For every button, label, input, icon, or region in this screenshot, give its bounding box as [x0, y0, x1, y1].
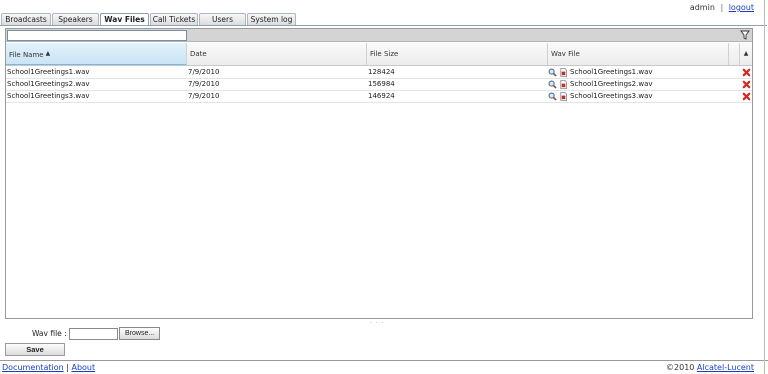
wav-file-link[interactable]: School1Greetings1.wav [570, 67, 653, 78]
column-header-file-size[interactable]: File Size [367, 43, 548, 65]
tab-bar: Broadcasts Speakers Wav Files Call Ticke… [1, 13, 297, 26]
delete-icon[interactable] [742, 80, 751, 89]
wav-files-grid: File Name ▲ Date File Size Wav File ▲ Sch… [5, 28, 753, 319]
company-link[interactable]: Alcatel-Lucent [697, 363, 754, 372]
footer-separator: | [66, 363, 69, 372]
delete-action [740, 91, 752, 102]
tab-broadcasts[interactable]: Broadcasts [1, 13, 51, 25]
upload-form: Wav file : Browse... [32, 327, 161, 340]
logout-link[interactable]: logout [729, 3, 754, 12]
browse-button[interactable]: Browse... [119, 327, 161, 340]
window-edge [764, 0, 765, 374]
tab-system-log[interactable]: System log [247, 13, 296, 25]
tab-speakers[interactable]: Speakers [52, 13, 99, 25]
table-row[interactable]: School1Greetings2.wav 7/9/2010 156984 Sc… [6, 79, 752, 91]
delete-cell [729, 79, 740, 90]
save-button[interactable]: Save [5, 343, 65, 356]
date-cell: 7/9/2010 [188, 92, 220, 100]
username: admin [689, 3, 715, 12]
copyright-year: ©2010 [666, 363, 695, 372]
table-row[interactable]: School1Greetings1.wav 7/9/2010 128424 Sc… [6, 67, 752, 79]
filter-bar [6, 29, 752, 42]
delete-action [740, 79, 752, 90]
filter-input[interactable] [7, 30, 187, 41]
table-body: School1Greetings1.wav 7/9/2010 128424 Sc… [6, 67, 752, 103]
footer-links: Documentation | About [2, 361, 95, 374]
search-icon[interactable] [548, 68, 557, 77]
column-header-date[interactable]: Date [187, 43, 367, 65]
date-cell: 7/9/2010 [188, 80, 220, 88]
wav-file-cell: School1Greetings3.wav [548, 91, 729, 102]
wav-file-link[interactable]: School1Greetings3.wav [570, 91, 653, 102]
column-header-wav-file[interactable]: Wav File [548, 43, 729, 65]
delete-cell [729, 67, 740, 78]
wav-file-icon[interactable] [559, 92, 568, 101]
wav-file-cell: School1Greetings1.wav [548, 67, 729, 78]
scroll-up-icon[interactable]: ▲ [740, 43, 752, 65]
wav-file-link[interactable]: School1Greetings2.wav [570, 79, 653, 90]
file-size-cell: 146924 [368, 92, 395, 100]
table-row[interactable]: School1Greetings3.wav 7/9/2010 146924 Sc… [6, 91, 752, 103]
documentation-link[interactable]: Documentation [2, 363, 64, 372]
tab-call-tickets[interactable]: Call Tickets [150, 13, 198, 25]
wav-file-label: Wav file : [32, 329, 67, 338]
search-icon[interactable] [548, 92, 557, 101]
column-header-actions [729, 43, 740, 65]
search-icon[interactable] [548, 80, 557, 89]
column-header-file-name[interactable]: File Name ▲ [6, 43, 187, 65]
tab-divider [0, 25, 767, 26]
table-header: File Name ▲ Date File Size Wav File ▲ [6, 43, 752, 66]
user-bar: admin | logout [690, 3, 754, 12]
filter-icon[interactable] [740, 30, 750, 40]
footer: Documentation | About ©2010 Alcatel-Luce… [0, 360, 768, 374]
tab-users[interactable]: Users [199, 13, 246, 25]
wav-file-icon[interactable] [559, 80, 568, 89]
delete-cell [729, 91, 740, 102]
file-size-cell: 156984 [368, 80, 395, 88]
about-link[interactable]: About [71, 363, 95, 372]
panel-splitter[interactable]: · · · [370, 320, 385, 327]
delete-icon[interactable] [742, 68, 751, 77]
copyright: ©2010 Alcatel-Lucent [666, 361, 754, 374]
separator: | [720, 3, 724, 12]
file-size-cell: 128424 [368, 68, 395, 76]
file-name-cell: School1Greetings2.wav [7, 80, 90, 88]
file-name-cell: School1Greetings3.wav [7, 92, 90, 100]
date-cell: 7/9/2010 [188, 68, 220, 76]
wav-file-cell: School1Greetings2.wav [548, 79, 729, 90]
delete-action [740, 67, 752, 78]
wav-file-input[interactable] [69, 327, 118, 340]
delete-icon[interactable] [742, 92, 751, 101]
sort-ascending-icon: ▲ [45, 50, 51, 57]
column-label: File Name [9, 51, 44, 59]
wav-file-icon[interactable] [559, 68, 568, 77]
file-name-cell: School1Greetings1.wav [7, 68, 90, 76]
